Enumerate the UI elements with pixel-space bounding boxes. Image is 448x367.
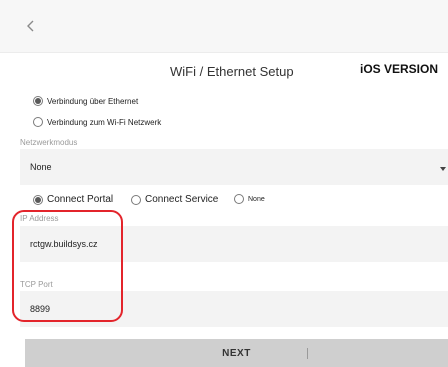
network-mode-select[interactable]: None bbox=[20, 149, 448, 185]
radio-button[interactable] bbox=[234, 194, 244, 204]
page-title: WiFi / Ethernet Setup bbox=[170, 64, 294, 79]
radio-connect-service[interactable]: Connect Service bbox=[131, 194, 218, 205]
radio-none[interactable]: None bbox=[234, 194, 265, 204]
text-cursor bbox=[307, 348, 308, 359]
platform-label: iOS VERSION bbox=[360, 62, 439, 76]
radio-wifi[interactable]: Verbindung zum Wi-Fi Netzwerk bbox=[33, 117, 161, 127]
radio-label: Verbindung zum Wi-Fi Netzwerk bbox=[47, 117, 162, 127]
radio-selected-dot bbox=[35, 98, 41, 104]
chevron-down-icon bbox=[440, 167, 446, 171]
radio-button[interactable] bbox=[131, 194, 141, 205]
radio-button[interactable] bbox=[33, 194, 43, 205]
radio-label: Connect Service bbox=[145, 194, 219, 205]
radio-connect-portal[interactable]: Connect Portal bbox=[33, 194, 113, 205]
next-button-label: NEXT bbox=[222, 347, 251, 359]
radio-button[interactable] bbox=[33, 117, 43, 127]
radio-label: Connect Portal bbox=[47, 194, 114, 205]
back-button[interactable] bbox=[22, 13, 44, 39]
radio-label: None bbox=[248, 195, 265, 203]
network-mode-label: Netzwerkmodus bbox=[20, 138, 78, 147]
radio-selected-dot bbox=[35, 196, 41, 203]
radio-ethernet[interactable]: Verbindung über Ethernet bbox=[33, 96, 138, 106]
network-mode-value: None bbox=[30, 162, 52, 172]
highlight-outline bbox=[12, 210, 123, 322]
next-button[interactable]: NEXT bbox=[25, 339, 448, 367]
top-bar bbox=[0, 0, 448, 53]
radio-label: Verbindung über Ethernet bbox=[47, 96, 139, 106]
radio-button[interactable] bbox=[33, 96, 43, 106]
chevron-left-icon bbox=[27, 20, 34, 32]
